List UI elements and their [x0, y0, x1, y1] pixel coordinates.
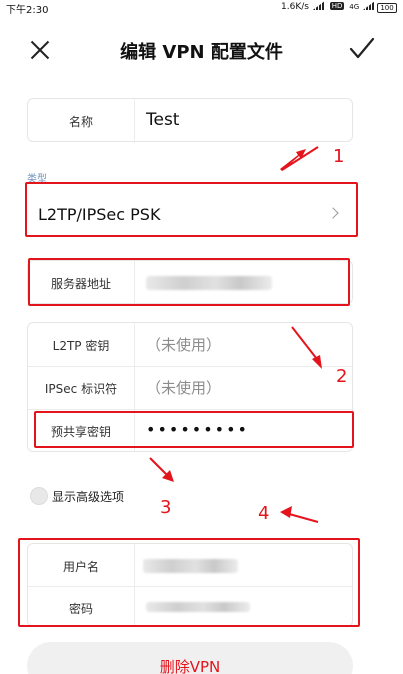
server-highlight-box [28, 258, 350, 306]
check-icon[interactable] [349, 36, 375, 60]
title-bar: 编辑 VPN 配置文件 [0, 30, 403, 70]
annotation-arrow-1 [280, 146, 319, 171]
psk-highlight-box [34, 411, 354, 448]
net-speed: 1.6K/s [281, 2, 309, 12]
l2tp-secret-label: L2TP 密钥 [52, 339, 110, 353]
advanced-options-radio[interactable] [30, 487, 48, 505]
l2tp-secret-input[interactable]: （未使用） [146, 334, 221, 355]
name-input[interactable]: Test [146, 110, 179, 130]
annotation-number-3: 3 [160, 497, 172, 518]
name-card: 名称 Test [27, 98, 353, 143]
page-title: 编辑 VPN 配置文件 [120, 42, 283, 63]
annotation-number-1: 1 [333, 146, 345, 167]
annotation-number-2: 2 [336, 366, 348, 387]
status-time: 下午2:30 [6, 5, 49, 16]
ipsec-id-label: IPSec 标识符 [44, 382, 118, 396]
annotation-arrow-2 [291, 326, 322, 369]
delete-vpn-label: 删除VPN [159, 658, 221, 674]
battery-icon: 100 [377, 3, 397, 13]
delete-vpn-button[interactable]: 删除VPN [27, 642, 353, 674]
annotation-arrow-3 [149, 457, 174, 482]
hd-badge: HD [329, 2, 345, 10]
divider [134, 99, 135, 143]
annotation-arrow-4 [280, 506, 319, 523]
status-indicators: 1.6K/s HD 4G [281, 1, 375, 12]
advanced-options-label[interactable]: 显示高级选项 [52, 488, 124, 505]
name-label: 名称 [68, 115, 93, 129]
signal-icon-2 [363, 1, 375, 10]
ipsec-id-input[interactable]: （未使用） [146, 377, 221, 398]
signal-icon [312, 1, 325, 10]
status-bar: 下午2:30 1.6K/s HD 4G 100 [0, 0, 403, 16]
network-type: 4G [349, 3, 360, 11]
annotation-number-4: 4 [258, 503, 270, 524]
type-select[interactable]: L2TP/IPSec PSK [38, 205, 160, 224]
credentials-highlight-box [18, 538, 360, 627]
